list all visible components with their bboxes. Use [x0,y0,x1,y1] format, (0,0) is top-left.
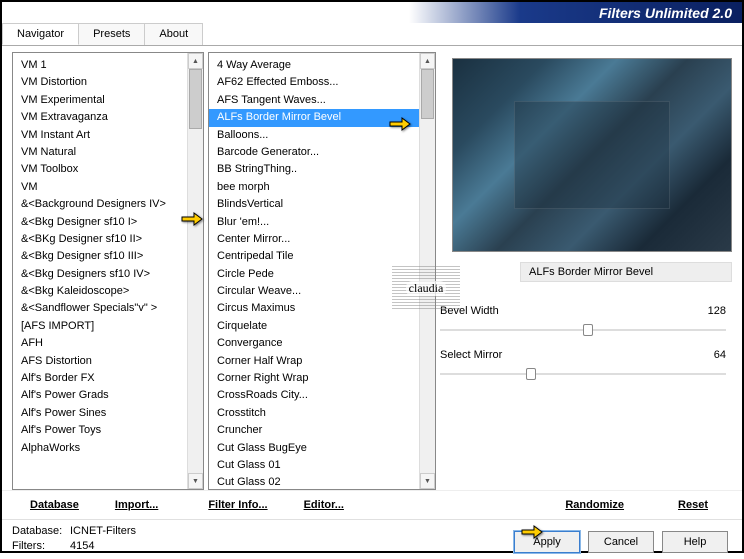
list-item[interactable]: BB StringThing.. [209,161,435,178]
scroll-down-icon[interactable]: ▼ [188,473,203,489]
list-item[interactable]: &<Bkg Designer sf10 I> [13,214,203,231]
list-item[interactable]: 4 Way Average [209,57,435,74]
list-item[interactable]: BlindsVertical [209,196,435,213]
scroll-down-icon[interactable]: ▼ [420,473,435,489]
list-item[interactable]: AFS Distortion [13,353,203,370]
tab-navigator[interactable]: Navigator [2,23,79,45]
list-item[interactable]: bee morph [209,179,435,196]
list-item[interactable]: Cirquelate [209,318,435,335]
list-item[interactable]: &<Background Designers IV> [13,196,203,213]
list-item[interactable]: Barcode Generator... [209,144,435,161]
list-item[interactable]: &<Bkg Designer sf10 III> [13,248,203,265]
list-item[interactable]: VM Distortion [13,74,203,91]
tab-presets[interactable]: Presets [78,23,145,45]
main-content: VM 1VM DistortionVM ExperimentalVM Extra… [2,46,742,490]
list-item[interactable]: VM Extravaganza [13,109,203,126]
list-item[interactable]: VM Instant Art [13,127,203,144]
import-button[interactable]: Import... [97,495,176,515]
param-row: Bevel Width128 [440,302,726,320]
database-button[interactable]: Database [12,495,97,515]
reset-button[interactable]: Reset [660,495,726,515]
list-item[interactable]: Corner Right Wrap [209,370,435,387]
list-item[interactable]: Convergance [209,335,435,352]
list-item[interactable]: Cut Glass 02 [209,474,435,489]
param-row: Select Mirror 64 [440,346,726,364]
toolbar: Database Import... Filter Info... Editor… [2,490,742,519]
list-item[interactable]: Crosstitch [209,405,435,422]
list-item[interactable]: AFH [13,335,203,352]
param-slider[interactable] [440,366,726,382]
category-list-panel: VM 1VM DistortionVM ExperimentalVM Extra… [12,52,204,490]
watermark: claudia [392,266,460,310]
scroll-thumb[interactable] [189,69,202,129]
action-buttons: Apply Cancel Help [514,531,732,555]
list-item[interactable]: Centripedal Tile [209,248,435,265]
list-item[interactable]: Balloons... [209,127,435,144]
editor-button[interactable]: Editor... [286,495,362,515]
scroll-thumb[interactable] [421,69,434,119]
param-slider[interactable] [440,322,726,338]
param-value: 128 [708,305,726,317]
list-item[interactable]: Blur 'em!... [209,214,435,231]
list-item[interactable]: &<Bkg Kaleidoscope> [13,283,203,300]
preview-image [452,58,732,252]
category-listbox[interactable]: VM 1VM DistortionVM ExperimentalVM Extra… [13,53,203,489]
list-item[interactable]: Alf's Power Sines [13,405,203,422]
filter-title-row: ALFs Border Mirror Bevel [440,262,732,282]
help-button[interactable]: Help [662,531,728,553]
tab-bar: Navigator Presets About [2,23,742,46]
list-item[interactable]: CrossRoads City... [209,387,435,404]
param-label: Select Mirror [440,349,502,361]
list-item[interactable]: &<BKg Designer sf10 II> [13,231,203,248]
list-item[interactable]: Cruncher [209,422,435,439]
tab-about[interactable]: About [144,23,203,45]
status-info: Database:ICNET-Filters Filters:4154 [12,524,136,555]
filters-label: Filters: [12,539,70,554]
list-item[interactable]: VM Experimental [13,92,203,109]
list-item[interactable]: VM Natural [13,144,203,161]
list-item[interactable]: &<Bkg Designers sf10 IV> [13,266,203,283]
list-item[interactable]: [AFS IMPORT] [13,318,203,335]
apply-button[interactable]: Apply [514,531,580,553]
list-item[interactable]: Corner Half Wrap [209,353,435,370]
list-item[interactable]: Center Mirror... [209,231,435,248]
app-title: Filters Unlimited 2.0 [599,5,732,21]
cancel-button[interactable]: Cancel [588,531,654,553]
scrollbar[interactable]: ▲ ▼ [187,53,203,489]
list-item[interactable]: ALFs Border Mirror Bevel [209,109,435,126]
scroll-up-icon[interactable]: ▲ [188,53,203,69]
list-item[interactable]: Alf's Power Grads [13,387,203,404]
filters-count: 4154 [70,540,94,552]
randomize-button[interactable]: Randomize [547,495,642,515]
list-item[interactable]: VM Toolbox [13,161,203,178]
list-item[interactable]: AFS Tangent Waves... [209,92,435,109]
list-item[interactable]: VM [13,179,203,196]
list-item[interactable]: Cut Glass 01 [209,457,435,474]
filter-name-label: ALFs Border Mirror Bevel [520,262,732,282]
database-value: ICNET-Filters [70,525,136,537]
list-item[interactable]: &<Sandflower Specials"v" > [13,300,203,317]
list-item[interactable]: AlphaWorks [13,440,203,457]
list-item[interactable]: VM 1 [13,57,203,74]
database-label: Database: [12,524,70,539]
scroll-up-icon[interactable]: ▲ [420,53,435,69]
header: Filters Unlimited 2.0 [2,2,742,24]
list-item[interactable]: Alf's Power Toys [13,422,203,439]
filter-info-button[interactable]: Filter Info... [190,495,285,515]
list-item[interactable]: Cut Glass BugEye [209,440,435,457]
preview-panel: ALFs Border Mirror Bevel Bevel Width128 S… [440,52,732,490]
parameters-panel: Bevel Width128 Select Mirror 64 [440,302,732,382]
list-item[interactable]: AF62 Effected Emboss... [209,74,435,91]
list-item[interactable]: Alf's Border FX [13,370,203,387]
param-value: 64 [714,349,726,361]
